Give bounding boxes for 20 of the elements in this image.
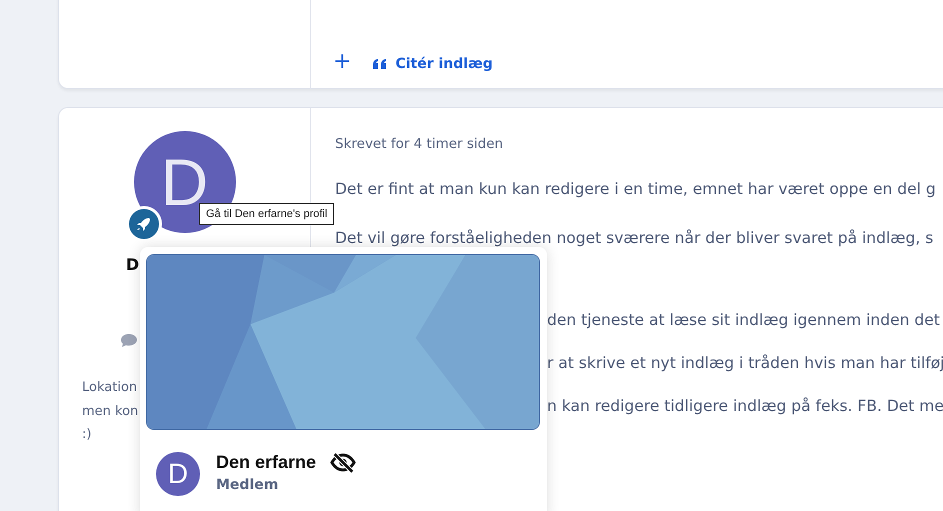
rocket-badge-icon xyxy=(126,206,162,242)
eye-slash-icon xyxy=(330,452,356,473)
quote-button[interactable]: Citér indlæg xyxy=(373,56,493,72)
location-text: :) xyxy=(82,426,92,444)
chat-icon xyxy=(120,334,136,348)
post-text: Det er fint at man kun kan redigere i en time, emnet har været oppe en del g xyxy=(335,179,937,200)
author-name[interactable]: D xyxy=(126,255,140,274)
tooltip: Gå til Den erfarne's profil xyxy=(199,203,334,225)
location-text: men kon xyxy=(82,402,138,420)
quote-icon xyxy=(373,59,388,69)
avatar[interactable]: D xyxy=(156,452,200,496)
post-text: n kan redigere tidligere indlæg på feks. FB. Det me xyxy=(546,396,943,417)
profile-role: Medlem xyxy=(216,477,280,493)
profile-name[interactable]: Den erfarne xyxy=(216,452,316,473)
post-date: Skrevet for 4 timer siden xyxy=(335,136,504,152)
location-text: Lokation xyxy=(82,379,138,397)
post-text: den tjeneste at læse sit indlæg igennem inden det xyxy=(546,310,941,331)
post-text: r at skrive et nyt indlæg i tråden hvis man har tilføj xyxy=(546,353,943,374)
add-button[interactable]: + xyxy=(333,52,352,72)
post-text: Det vil gøre forståeligheden noget sværere når der bliver svaret på indlæg, s xyxy=(335,228,934,249)
